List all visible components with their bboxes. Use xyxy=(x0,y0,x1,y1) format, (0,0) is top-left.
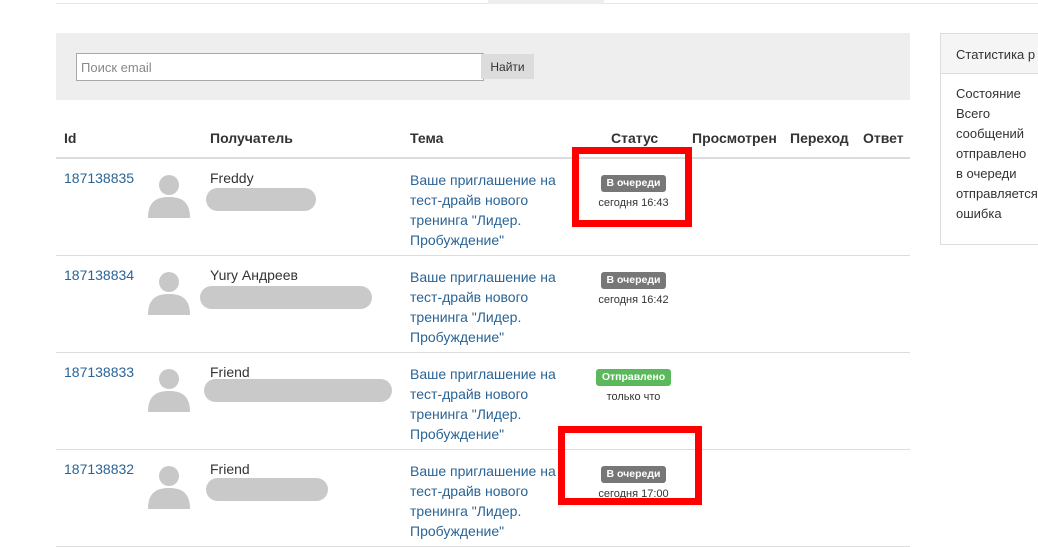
stat-label: отправляется xyxy=(956,186,1038,201)
redacted-email xyxy=(200,286,372,309)
recipient-name: Friend xyxy=(210,461,250,477)
table-row: 187138833 Friend Ваше приглашение на тес… xyxy=(56,353,910,450)
column-header-subject[interactable]: Тема xyxy=(410,130,443,146)
message-id-link[interactable]: 187138835 xyxy=(64,170,134,186)
message-id-link[interactable]: 187138833 xyxy=(64,364,134,380)
stat-label: отправлено xyxy=(956,146,1027,161)
messages-table: Id Получатель Тема Статус Просмотрен Пер… xyxy=(56,120,910,547)
search-input[interactable] xyxy=(76,53,484,81)
subject-link[interactable]: Ваше приглашение на тест-драйв нового тр… xyxy=(410,267,562,347)
active-tab-indicator[interactable] xyxy=(488,0,604,4)
column-header-click[interactable]: Переход xyxy=(790,130,849,146)
recipient-name: Freddy xyxy=(210,170,254,186)
status-time: только что xyxy=(606,391,661,403)
subject-link[interactable]: Ваше приглашение на тест-драйв нового тр… xyxy=(410,170,562,250)
stat-label: Всего xyxy=(956,106,991,121)
column-header-status[interactable]: Статус xyxy=(611,130,658,146)
search-panel: Найти xyxy=(56,33,910,100)
column-header-id[interactable]: Id xyxy=(64,130,76,146)
search-button[interactable]: Найти xyxy=(481,54,534,79)
avatar-placeholder-icon xyxy=(148,272,190,315)
subject-link[interactable]: Ваше приглашение на тест-драйв нового тр… xyxy=(410,364,562,444)
highlight-box xyxy=(558,426,702,505)
column-header-viewed[interactable]: Просмотрен xyxy=(692,130,777,146)
table-row: 187138832 Friend Ваше приглашение на тес… xyxy=(56,450,910,547)
recipient-name: Yury Андреев xyxy=(210,267,298,283)
status-time: сегодня 16:42 xyxy=(598,294,669,306)
status-cell: Отправлено только что xyxy=(571,367,696,403)
message-id-link[interactable]: 187138834 xyxy=(64,267,134,283)
avatar-placeholder-icon xyxy=(148,175,190,218)
table-header: Id Получатель Тема Статус Просмотрен Пер… xyxy=(56,120,910,159)
stat-label: Состояние xyxy=(956,86,1021,101)
table-row: 187138835 Freddy Ваше приглашение на тес… xyxy=(56,159,910,256)
redacted-email xyxy=(204,379,392,402)
avatar-placeholder-icon xyxy=(148,466,190,509)
subject-link[interactable]: Ваше приглашение на тест-драйв нового тр… xyxy=(410,461,562,541)
redacted-email xyxy=(206,188,316,211)
status-cell: В очереди сегодня 16:42 xyxy=(571,270,696,306)
status-badge: В очереди xyxy=(600,272,667,289)
highlight-box xyxy=(572,147,692,227)
stat-label: сообщений xyxy=(956,126,1025,141)
message-id-link[interactable]: 187138832 xyxy=(64,461,134,477)
table-row: 187138834 Yury Андреев Ваше приглашение … xyxy=(56,256,910,353)
status-badge: Отправлено xyxy=(595,369,672,386)
statistics-panel-body: Состояние Всего сообщений отправлено в о… xyxy=(941,74,1038,224)
avatar-placeholder-icon xyxy=(148,369,190,412)
stat-label: ошибка xyxy=(956,206,1002,221)
recipient-name: Friend xyxy=(210,364,250,380)
statistics-panel-title: Статистика р xyxy=(941,34,1038,74)
redacted-email xyxy=(206,478,328,501)
column-header-recipient[interactable]: Получатель xyxy=(210,130,293,146)
column-header-reply[interactable]: Ответ xyxy=(863,130,904,146)
stat-label: в очереди xyxy=(956,166,1017,181)
statistics-panel: Статистика р Состояние Всего сообщений о… xyxy=(940,33,1038,245)
